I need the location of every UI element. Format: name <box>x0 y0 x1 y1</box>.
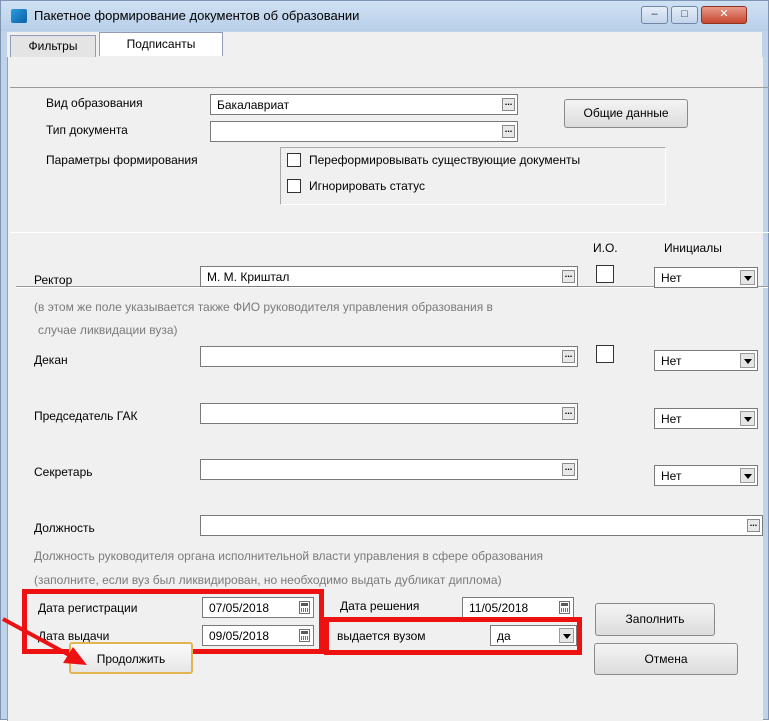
decision-date-value: 11/05/2018 <box>469 601 529 615</box>
tab-content: Вид образования Бакалавриат ... Тип доку… <box>7 57 769 721</box>
title-bar[interactable]: Пакетное формирование документов об обра… <box>1 1 768 31</box>
dean-label: Декан <box>34 353 68 367</box>
position-hint-line-2: (заполните, если вуз был ликвидирован, н… <box>34 573 502 587</box>
rector-value: М. М. Криштал <box>207 270 290 284</box>
dean-initials-value: Нет <box>661 354 682 368</box>
secretary-field[interactable]: ... <box>200 459 578 480</box>
maximize-button[interactable]: □ <box>671 6 698 24</box>
dialog-window: Пакетное формирование документов об обра… <box>0 0 769 721</box>
rector-field[interactable]: М. М. Криштал ... <box>200 266 578 287</box>
params-label: Параметры формирования <box>46 153 198 167</box>
close-button[interactable]: ✕ <box>701 6 747 24</box>
ellipsis-icon[interactable]: ... <box>502 98 515 111</box>
reform-label: Переформировывать существующие документы <box>309 153 581 167</box>
general-data-button[interactable]: Общие данные <box>564 99 688 128</box>
position-label: Должность <box>34 521 95 535</box>
education-type-value: Бакалавриат <box>217 98 290 112</box>
rector-hint-line-1: (в этом же поле указывается также ФИО ру… <box>34 300 493 314</box>
annotation-arrow-icon <box>2 617 87 665</box>
ellipsis-icon[interactable]: ... <box>562 407 575 420</box>
secretary-label: Секретарь <box>34 465 93 479</box>
minimize-button[interactable]: – <box>641 6 668 24</box>
io-header: И.О. <box>593 241 618 255</box>
initials-header: Инициалы <box>664 241 722 255</box>
secretary-initials-select[interactable]: Нет <box>654 465 758 486</box>
rector-hint-line-2: случае ликвидации вуза) <box>38 323 178 337</box>
doc-type-label: Тип документа <box>46 123 128 137</box>
rector-initials-value: Нет <box>661 271 682 285</box>
rector-io-checkbox[interactable] <box>596 265 614 283</box>
rector-label: Ректор <box>34 273 73 287</box>
reform-checkbox[interactable] <box>287 153 301 167</box>
decision-date-label: Дата решения <box>340 599 420 613</box>
dean-field[interactable]: ... <box>200 346 578 367</box>
chevron-down-icon[interactable] <box>740 468 755 483</box>
position-hint-line-1: Должность руководителя органа исполнител… <box>34 549 544 563</box>
fill-button[interactable]: Заполнить <box>595 603 715 636</box>
ellipsis-icon[interactable]: ... <box>562 463 575 476</box>
cancel-button[interactable]: Отмена <box>594 643 738 675</box>
highlight-box-issued-by <box>324 617 582 655</box>
gak-initials-value: Нет <box>661 412 682 426</box>
education-type-label: Вид образования <box>46 96 143 110</box>
doc-type-field[interactable]: ... <box>210 121 518 142</box>
gak-field[interactable]: ... <box>200 403 578 424</box>
chevron-down-icon[interactable] <box>740 270 755 285</box>
ignore-status-checkbox[interactable] <box>287 179 301 193</box>
rector-initials-select[interactable]: Нет <box>654 267 758 288</box>
gak-label: Председатель ГАК <box>34 409 138 423</box>
tab-strip: Фильтры Подписанты <box>7 32 762 57</box>
app-icon <box>11 9 27 23</box>
calendar-icon[interactable] <box>559 601 570 614</box>
gak-initials-select[interactable]: Нет <box>654 408 758 429</box>
position-field[interactable]: ... <box>200 515 763 536</box>
ellipsis-icon[interactable]: ... <box>562 350 575 363</box>
chevron-down-icon[interactable] <box>740 411 755 426</box>
tab-filters[interactable]: Фильтры <box>10 35 96 57</box>
ellipsis-icon[interactable]: ... <box>747 519 760 532</box>
ignore-status-label: Игнорировать статус <box>309 179 426 193</box>
decision-date-field[interactable]: 11/05/2018 <box>462 597 574 618</box>
dean-initials-select[interactable]: Нет <box>654 350 758 371</box>
secretary-initials-value: Нет <box>661 469 682 483</box>
window-title: Пакетное формирование документов об обра… <box>34 8 360 23</box>
ellipsis-icon[interactable]: ... <box>502 125 515 138</box>
dean-io-checkbox[interactable] <box>596 345 614 363</box>
chevron-down-icon[interactable] <box>740 353 755 368</box>
tab-signers[interactable]: Подписанты <box>99 32 223 56</box>
education-type-field[interactable]: Бакалавриат ... <box>210 94 518 115</box>
ellipsis-icon[interactable]: ... <box>562 270 575 283</box>
